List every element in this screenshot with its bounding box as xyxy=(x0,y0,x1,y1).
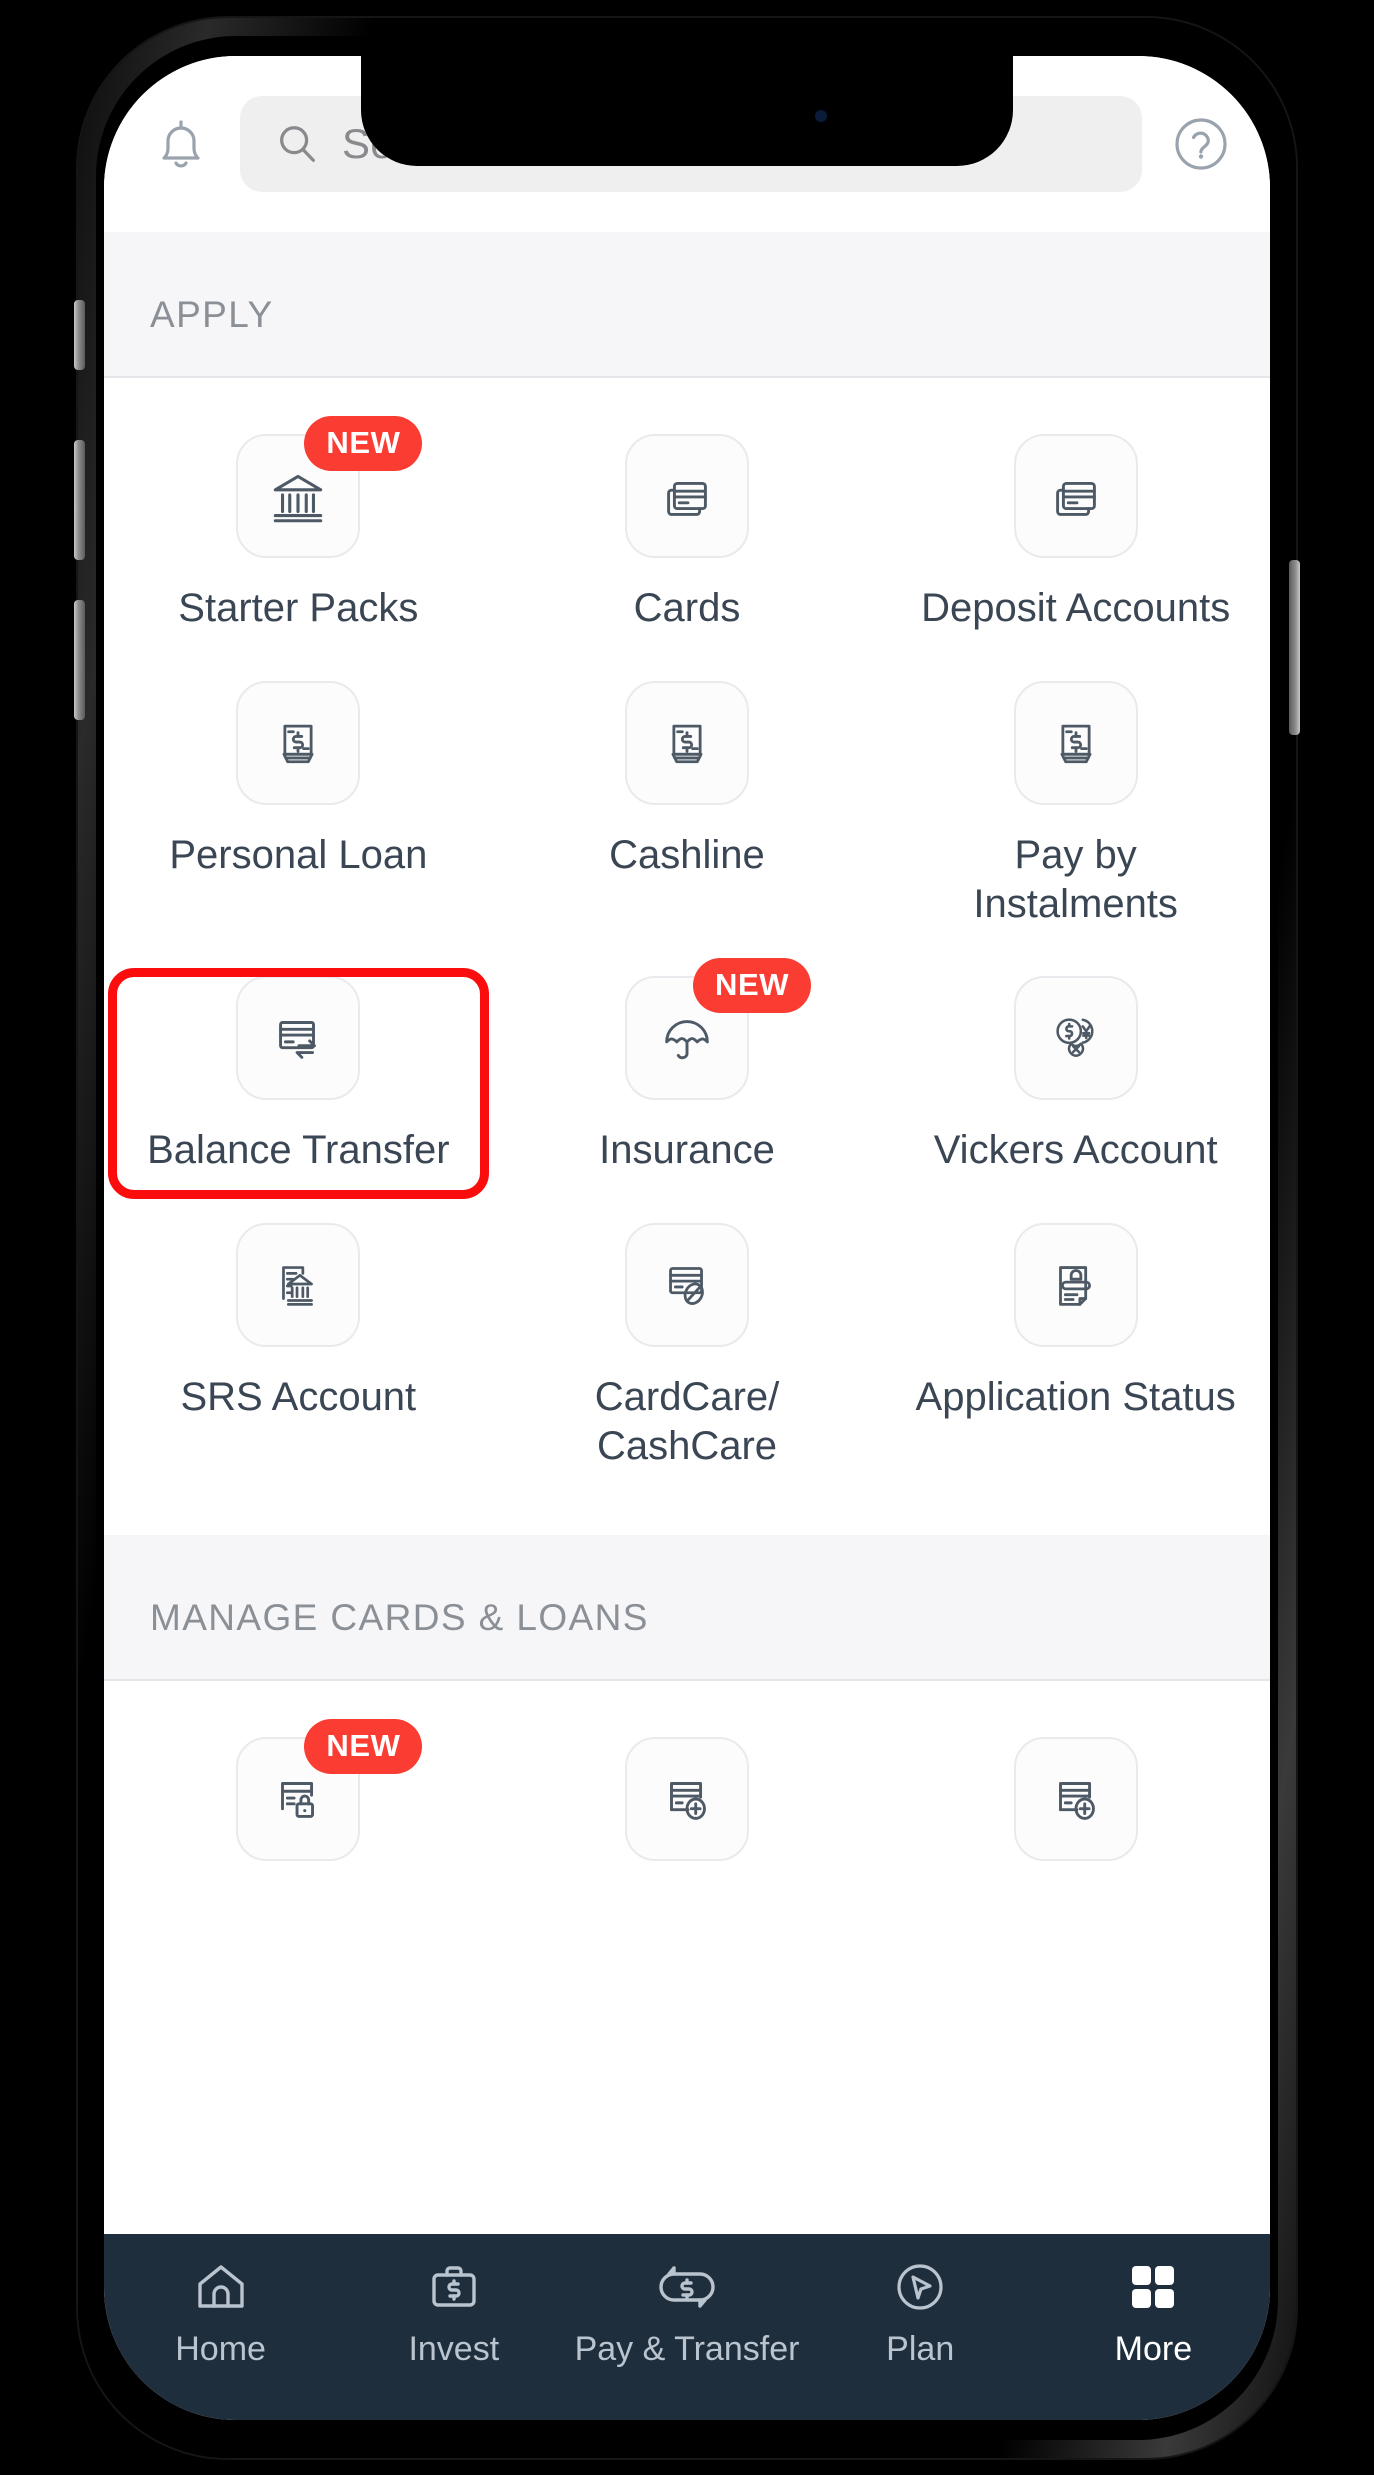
tile-label: Vickers Account xyxy=(933,1128,1218,1173)
bottom-navigation-bar: Home Invest Pay & Transfer Plan More xyxy=(104,2234,1270,2420)
tile-cards[interactable]: Cards xyxy=(493,412,882,659)
tile-insurance[interactable]: NEW Insurance xyxy=(493,954,882,1201)
nav-label: More xyxy=(1114,2330,1193,2368)
nav-item-pay-and-transfer[interactable]: Pay & Transfer xyxy=(570,2256,803,2369)
volume-up-button[interactable] xyxy=(74,440,85,560)
tile-label: Application Status xyxy=(915,1375,1236,1420)
tile-label: Starter Packs xyxy=(178,586,419,630)
badge-new: NEW xyxy=(304,1718,423,1774)
compass-cursor-icon xyxy=(889,2256,951,2318)
tile-manage-card-lock[interactable]: NEW xyxy=(104,1715,493,1887)
badge-new: NEW xyxy=(692,958,812,1014)
document-bank-icon xyxy=(236,1223,361,1348)
nav-label: Plan xyxy=(886,2330,955,2368)
nav-label: Pay & Transfer xyxy=(574,2330,800,2368)
tile-cardcare-cashcare[interactable]: CardCare/CashCare xyxy=(493,1201,882,1497)
tile-cashline[interactable]: Cashline xyxy=(493,659,882,955)
tile-vickers-account[interactable]: Vickers Account xyxy=(881,954,1270,1201)
currency-exchange-icon xyxy=(1013,976,1138,1101)
document-status-icon xyxy=(1013,1223,1138,1348)
tile-srs-account[interactable]: SRS Account xyxy=(104,1201,493,1497)
tile-label: Pay by Instalments xyxy=(973,832,1178,926)
grid-four-icon xyxy=(1122,2256,1184,2318)
tile-pay-by-instalments[interactable]: Pay by Instalments xyxy=(881,659,1270,955)
card-protect-icon xyxy=(624,1223,749,1348)
tile-label: Deposit Accounts xyxy=(921,586,1231,630)
front-camera xyxy=(815,110,827,122)
card-plus-icon xyxy=(624,1736,749,1861)
banknote-stack-icon xyxy=(1013,680,1138,805)
banknote-stack-icon xyxy=(624,680,749,805)
tile-label: CardCare/CashCare xyxy=(594,1375,780,1468)
scroll-content[interactable]: APPLY NEW Starter Packs Cards Deposit Ac… xyxy=(104,232,1270,2234)
tile-balance-transfer[interactable]: Balance Transfer xyxy=(104,954,493,1201)
tile-application-status[interactable]: Application Status xyxy=(881,1201,1270,1497)
nav-label: Invest xyxy=(408,2330,500,2368)
nav-label: Home xyxy=(175,2330,266,2368)
tile-label: Insurance xyxy=(599,1128,775,1173)
nav-item-home[interactable]: Home xyxy=(104,2256,337,2369)
card-plus-icon xyxy=(1013,1736,1138,1861)
tile-manage-card-add-2[interactable] xyxy=(881,1715,1270,1887)
tile-label: Personal Loan xyxy=(169,832,428,877)
tile-deposit-accounts[interactable]: Deposit Accounts xyxy=(881,412,1270,659)
card-transfer-icon xyxy=(236,976,361,1101)
tile-personal-loan[interactable]: Personal Loan xyxy=(104,659,493,955)
home-icon xyxy=(190,2256,252,2318)
tile-label: Cashline xyxy=(609,832,765,877)
transfer-dollar-icon xyxy=(656,2256,718,2318)
nav-item-plan[interactable]: Plan xyxy=(804,2256,1037,2369)
tile-label: SRS Account xyxy=(180,1375,417,1420)
briefcase-dollar-icon xyxy=(423,2256,485,2318)
section-header-apply: APPLY xyxy=(104,232,1270,378)
notch xyxy=(361,56,1013,166)
banknote-stack-icon xyxy=(236,680,361,805)
apply-grid: NEW Starter Packs Cards Deposit Accounts… xyxy=(104,378,1270,1535)
tile-label: Cards xyxy=(633,586,741,630)
stacked-cards-icon xyxy=(624,434,749,558)
tile-manage-card-add-1[interactable] xyxy=(493,1715,882,1887)
nav-item-more[interactable]: More xyxy=(1037,2256,1270,2369)
volume-down-button[interactable] xyxy=(74,600,85,720)
tile-label: Balance Transfer xyxy=(147,1128,450,1173)
manage-cards-loans-grid: NEW xyxy=(104,1680,1270,1887)
stacked-cards-icon xyxy=(1013,434,1138,558)
power-button[interactable] xyxy=(1289,560,1300,735)
badge-new: NEW xyxy=(304,416,423,471)
section-header-manage-cards-loans: MANAGE CARDS & LOANS xyxy=(104,1534,1270,1681)
search-icon xyxy=(274,121,320,167)
mute-switch-button[interactable] xyxy=(74,300,85,370)
bell-icon[interactable] xyxy=(150,113,212,175)
phone-screen: Search APPLY NEW xyxy=(104,56,1270,2420)
help-circle-icon[interactable] xyxy=(1170,113,1232,175)
nav-item-invest[interactable]: Invest xyxy=(337,2256,570,2369)
tile-starter-packs[interactable]: NEW Starter Packs xyxy=(104,412,493,659)
